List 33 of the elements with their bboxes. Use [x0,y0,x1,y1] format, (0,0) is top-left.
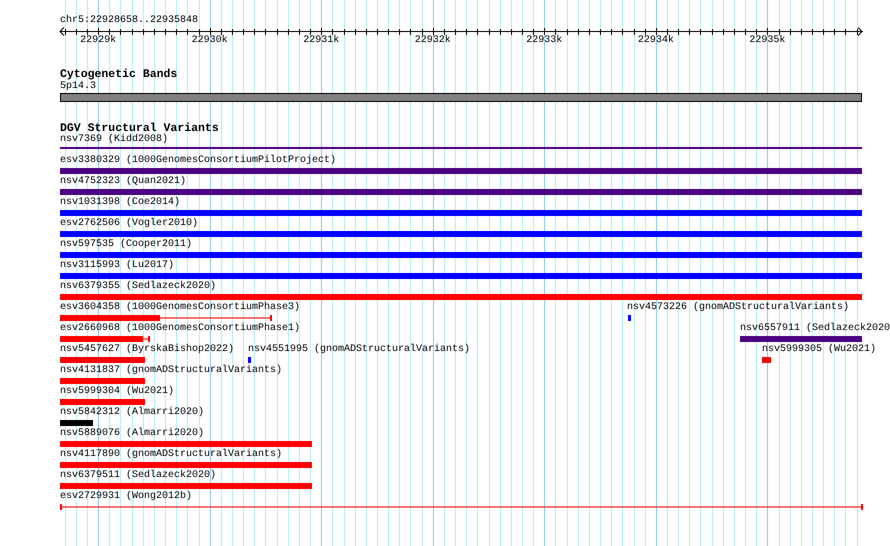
feature-label: nsv4573226 (gnomADStructuralVariants) [627,302,850,314]
feature-label: nsv4131837 (gnomADStructuralVariants) [60,365,282,377]
track-title: DGV Structural Variants [60,122,219,135]
feature-label: nsv6379511 (Sedlazeck2020) [60,470,216,482]
location-label: chr5:22928658..22935848 [60,15,198,27]
feature-label: esv3380329 (1000GenomesConsortiumPilotProject) [60,155,336,167]
feature-label: nsv5999305 (Wu2021) [762,344,876,356]
tick-label: 22935k [749,35,786,47]
tick-label: 22931k [303,35,340,47]
feature-label: nsv597535 (Cooper2011) [60,239,192,251]
feature-label: nsv4551995 (gnomADStructuralVariants) [248,344,470,356]
feature-label: esv3604358 (1000GenomesConsortiumPhase3) [60,302,300,314]
feature-label: 5p14.3 [60,81,96,93]
track-title: Cytogenetic Bands [60,68,178,81]
feature-label: esv2660968 (1000GenomesConsortiumPhase1) [60,323,300,335]
feature-label: nsv4117890 (gnomADStructuralVariants) [60,449,282,461]
feature-label: nsv6379355 (Sedlazeck2020) [60,281,216,293]
feature-label: nsv5889076 (Almarri2020) [60,428,204,440]
feature-label: nsv7369 (Kidd2008) [60,134,168,146]
feature-label: nsv4752323 (Quan2021) [60,176,186,188]
tick-label: 22934k [638,35,674,47]
feature-label: esv2729931 (Wong2012b) [60,491,192,503]
feature-label: nsv5999304 (Wu2021) [60,386,174,398]
tick-label: 22933k [526,35,562,47]
feature-label: esv2762506 (Vogler2010) [60,218,198,230]
tick-label: 22932k [414,35,451,47]
feature-label: nsv3115993 (Lu2017) [60,260,174,272]
feature-label: nsv1031398 (Coe2014) [60,197,180,209]
feature-label: nsv5457627 (ByrskaBishop2022) [60,344,234,356]
feature-label: nsv5842312 (Almarri2020) [60,407,204,419]
feature-label: nsv6557911 (Sedlazeck2020 [740,323,890,335]
tick-label: 22929k [80,35,116,47]
tick-label: 22930k [192,35,228,47]
